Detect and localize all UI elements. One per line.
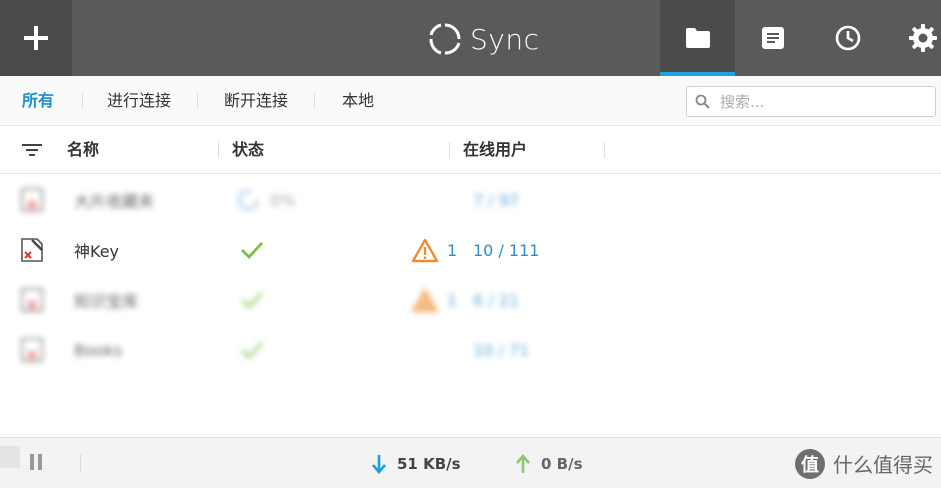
filter-tab-connecting[interactable]: 进行连接 <box>107 76 171 126</box>
filter-tab-all[interactable]: 所有 <box>22 76 54 126</box>
status-bar: 51 KB/s 0 B/s 值 什么值得买 <box>0 437 941 488</box>
folder-online-users: 10 / 71 <box>473 340 530 360</box>
check-icon <box>241 342 264 360</box>
filter-lines-icon <box>22 144 42 156</box>
nav-history-button[interactable] <box>810 0 885 76</box>
download-rate-value: 51 KB/s <box>397 454 461 473</box>
folder-file-icon <box>20 275 46 325</box>
app-header: Sync <box>0 0 941 76</box>
watermark: 值 什么值得买 <box>795 438 933 488</box>
table-row[interactable]: 神Key 1 10 / 111 <box>0 225 941 275</box>
folder-online-users: 6 / 21 <box>473 290 520 310</box>
table-header: 名称 状态 在线用户 <box>0 126 941 174</box>
check-icon <box>241 292 264 310</box>
app-title: Sync <box>470 22 540 56</box>
search-input[interactable] <box>720 92 920 111</box>
column-online-users[interactable]: 在线用户 <box>463 126 527 174</box>
pause-button[interactable] <box>28 453 44 475</box>
folder-icon <box>685 28 710 48</box>
sort-filter-button[interactable] <box>22 142 42 162</box>
table-row[interactable]: 知识宝库 1 6 / 21 <box>0 275 941 325</box>
column-divider <box>218 142 219 158</box>
folder-status <box>240 225 264 275</box>
app-logo: Sync <box>428 20 539 58</box>
folder-progress-text: 0% <box>270 190 296 210</box>
folder-online-users: 7 / 97 <box>473 190 520 210</box>
folder-name: 神Key <box>74 242 120 261</box>
table-row[interactable]: 大片收藏夹 0% 7 / 97 <box>0 175 941 225</box>
folder-warning[interactable]: 1 <box>411 225 457 275</box>
folder-file-icon <box>20 225 46 275</box>
warning-count: 1 <box>447 240 458 260</box>
column-status[interactable]: 状态 <box>232 126 264 174</box>
progress-ring-icon <box>237 189 259 211</box>
folder-name: Books <box>74 340 123 360</box>
download-rate: 51 KB/s <box>371 438 461 488</box>
nav-folders-button[interactable] <box>660 0 735 76</box>
add-folder-button[interactable] <box>0 0 72 76</box>
footer-divider <box>80 454 81 472</box>
folder-name: 知识宝库 <box>74 292 139 311</box>
warning-count: 1 <box>447 290 458 310</box>
column-divider <box>604 142 605 158</box>
watermark-text: 什么值得买 <box>833 453 933 477</box>
filter-divider <box>314 93 315 109</box>
plus-icon <box>24 26 48 50</box>
warning-icon <box>411 238 439 262</box>
search-icon <box>695 94 710 109</box>
check-icon <box>241 242 264 260</box>
footer-edge-tab <box>0 446 20 468</box>
clock-icon <box>835 25 860 51</box>
folder-file-icon <box>20 325 46 375</box>
folder-status: 0% <box>236 175 295 225</box>
arrow-up-icon <box>516 453 530 473</box>
filter-tab-local[interactable]: 本地 <box>342 76 374 126</box>
upload-rate-value: 0 B/s <box>541 454 583 473</box>
table-row[interactable]: Books 10 / 71 <box>0 325 941 375</box>
nav-transfers-button[interactable] <box>735 0 810 76</box>
folder-warning[interactable]: 1 <box>411 275 457 325</box>
folder-name: 大片收藏夹 <box>74 192 155 211</box>
gear-icon <box>909 24 937 52</box>
arrow-down-icon <box>372 454 386 474</box>
upload-rate: 0 B/s <box>515 438 583 488</box>
pause-icon <box>30 454 42 470</box>
sync-logo-icon <box>429 23 461 55</box>
search-box[interactable] <box>686 86 936 117</box>
watermark-logo: 值 <box>795 448 825 479</box>
folder-online-users: 10 / 111 <box>473 240 540 260</box>
warning-icon <box>411 287 439 312</box>
folder-status <box>240 325 264 375</box>
filter-divider <box>197 93 198 109</box>
filter-tab-disconnected[interactable]: 断开连接 <box>224 76 288 126</box>
column-divider <box>449 142 450 158</box>
folder-status <box>240 275 264 325</box>
filter-divider <box>82 93 83 109</box>
nav-settings-button[interactable] <box>885 0 941 76</box>
document-icon <box>761 27 784 49</box>
folder-file-icon <box>20 175 46 225</box>
column-name[interactable]: 名称 <box>67 126 99 174</box>
